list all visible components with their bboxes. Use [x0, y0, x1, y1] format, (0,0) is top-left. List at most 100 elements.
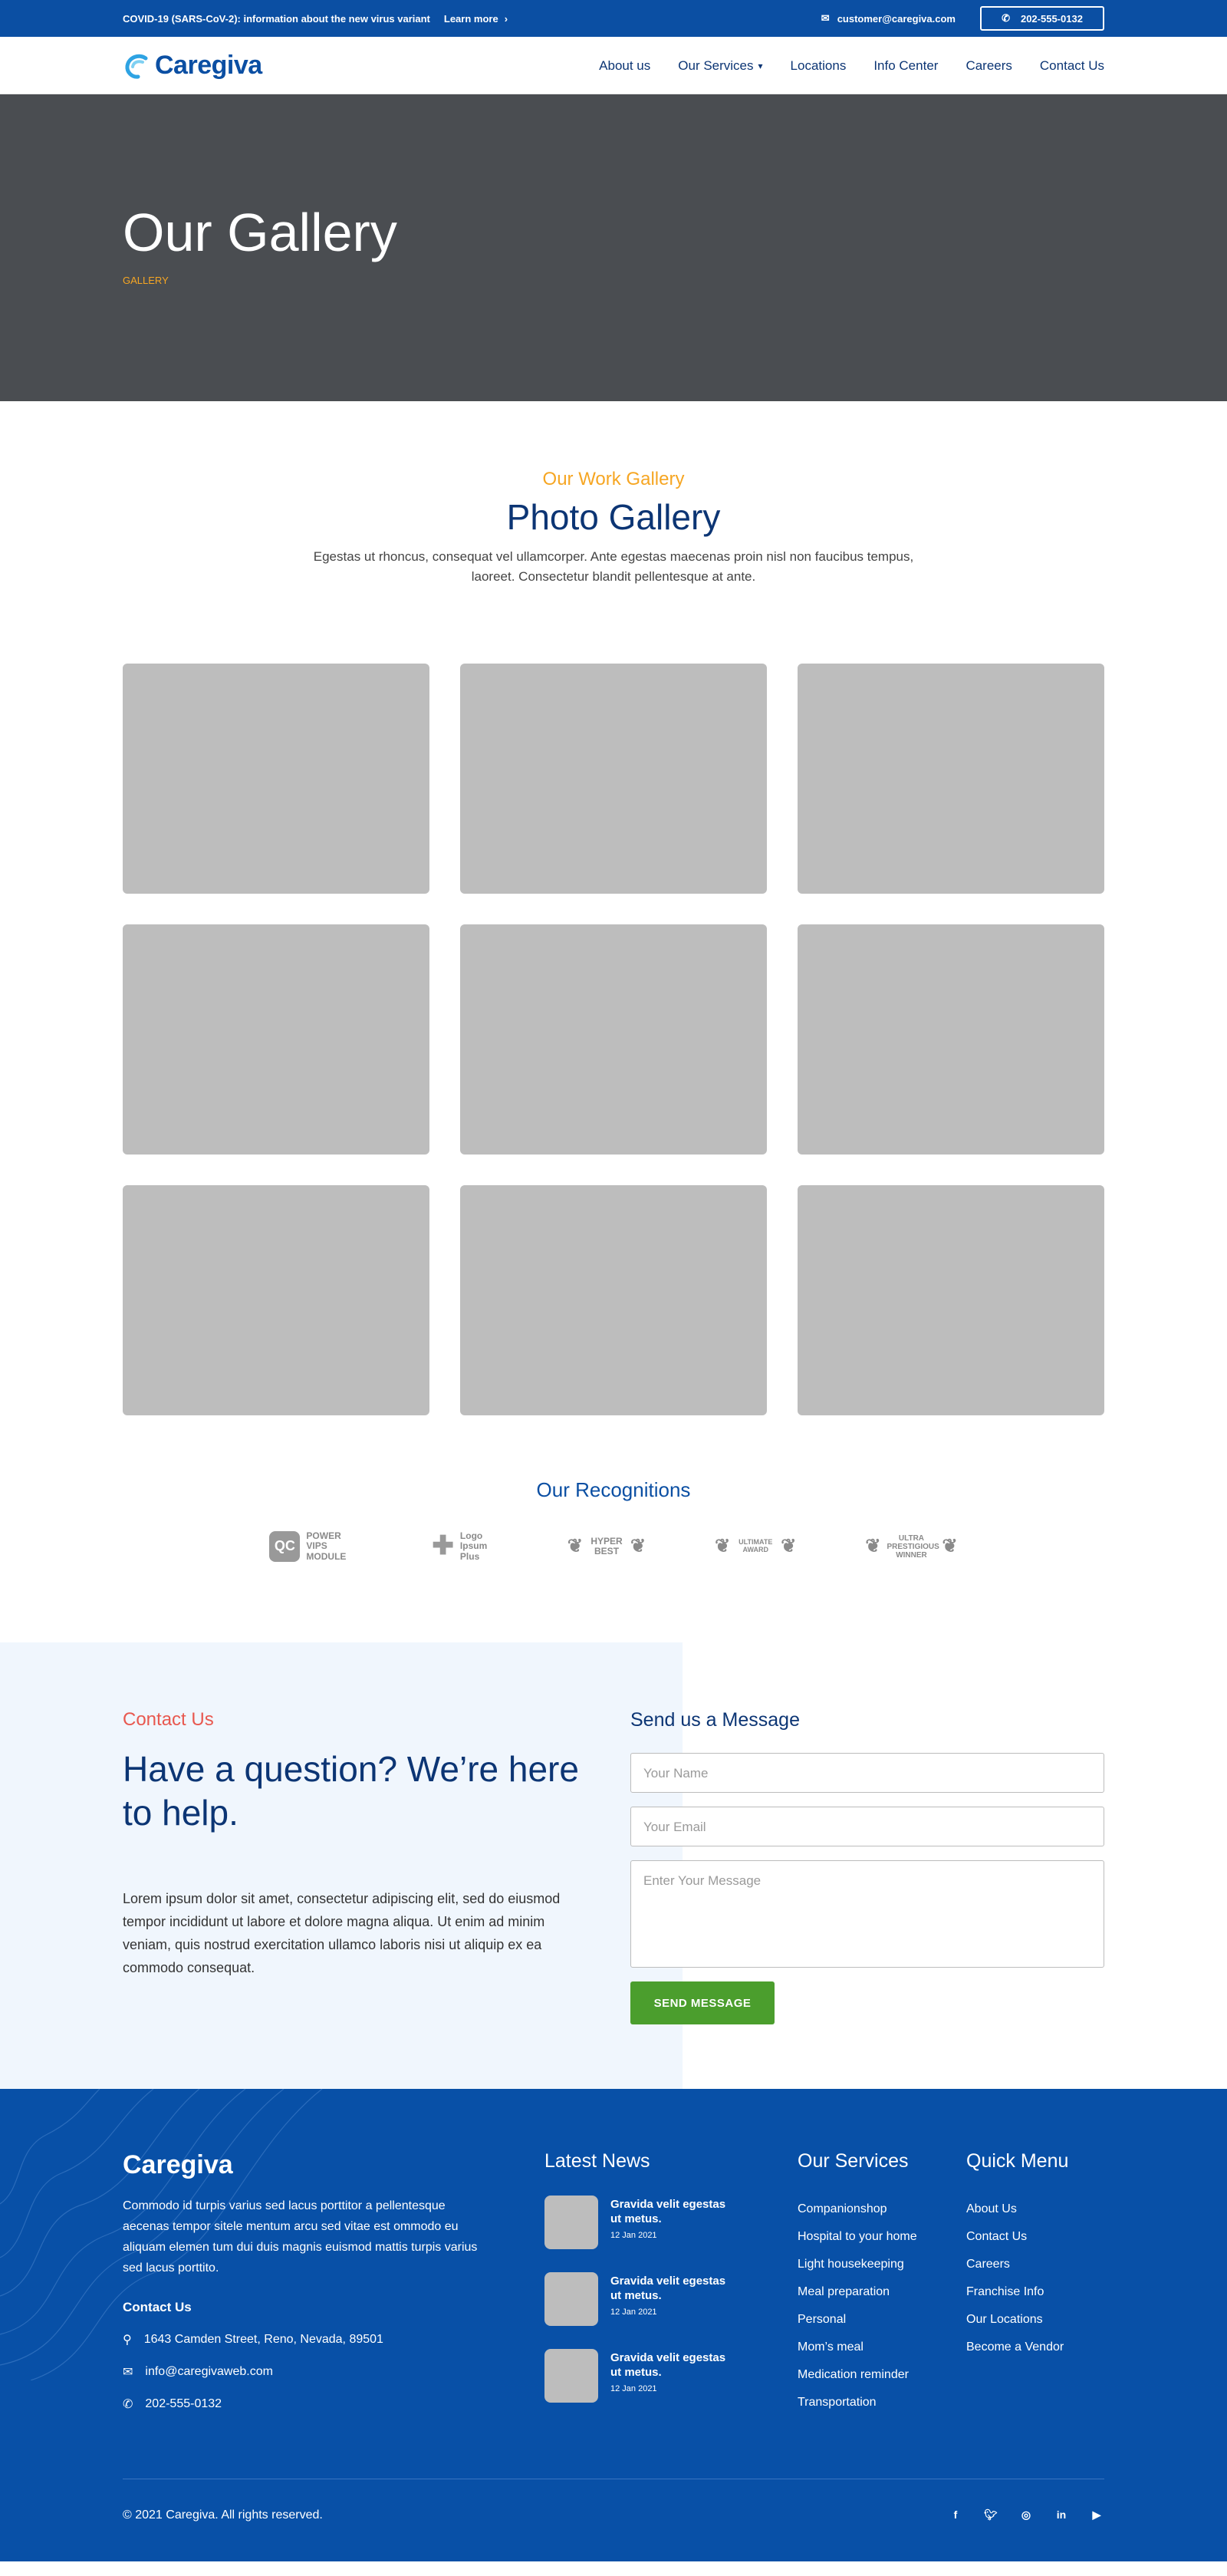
nav-our-services[interactable]: Our Services ▾ — [678, 58, 762, 74]
services-title: Our Services — [798, 2150, 909, 2172]
news-item-date: 12 Jan 2021 — [610, 2231, 657, 2240]
nav-contact-us[interactable]: Contact Us — [1040, 58, 1104, 74]
top-email-text: customer@caregiva.com — [837, 12, 956, 25]
gallery-grid — [123, 664, 1104, 1415]
footer-phone-text: 202-555-0132 — [145, 2397, 222, 2410]
footer-address: ⚲ 1643 Camden Street, Reno, Nevada, 89501 — [123, 2332, 544, 2347]
gallery-image[interactable] — [123, 1185, 429, 1415]
breadcrumb[interactable]: GALLERY — [123, 275, 1104, 286]
send-message-button[interactable]: SEND MESSAGE — [630, 1981, 775, 2024]
news-item[interactable]: Gravida velit egestas ut metus. 12 Jan 20… — [544, 2272, 798, 2326]
gallery-image[interactable] — [123, 664, 429, 894]
news-item-title: Gravida velit egestas ut metus. — [610, 2198, 726, 2225]
phone-icon: ✆ — [123, 2398, 133, 2411]
laurel-icon: ❦ — [781, 1535, 797, 1556]
recognition-badge: ❦ HYPER BEST ❦ — [567, 1535, 646, 1556]
recognition-badge: ❦ ULTRA PRESTIGIOUS WINNER ❦ — [865, 1534, 957, 1560]
service-link[interactable]: Medication reminder — [798, 2361, 966, 2389]
service-link[interactable]: Companionshop — [798, 2196, 966, 2223]
news-item-date: 12 Jan 2021 — [610, 2384, 657, 2393]
nav-info-center[interactable]: Info Center — [873, 58, 938, 74]
contact-section: Contact Us Have a question? We’re here t… — [0, 1642, 1227, 2089]
name-input[interactable]: Your Name — [630, 1753, 1104, 1793]
gallery-image[interactable] — [460, 924, 767, 1155]
service-link[interactable]: Meal preparation — [798, 2278, 966, 2306]
envelope-icon: ✉ — [123, 2366, 133, 2379]
nav-careers[interactable]: Careers — [965, 58, 1012, 74]
news-item-date: 12 Jan 2021 — [610, 2308, 657, 2317]
news-item[interactable]: Gravida velit egestas ut metus. 12 Jan 20… — [544, 2349, 798, 2403]
gallery-section: Our Work Gallery Photo Gallery Egestas u… — [123, 401, 1104, 1562]
footer-phone[interactable]: ✆ 202-555-0132 — [123, 2396, 544, 2412]
quick-link[interactable]: Become a Vendor — [966, 2334, 1104, 2361]
quick-link[interactable]: About Us — [966, 2196, 1104, 2223]
badge-label: HYPER BEST — [590, 1535, 623, 1556]
service-link[interactable]: Transportation — [798, 2389, 966, 2416]
top-bar: COVID-19 (SARS-CoV-2): information about… — [0, 0, 1227, 37]
qc-logo-icon: QC — [269, 1531, 301, 1562]
message-textarea[interactable]: Enter Your Message — [630, 1860, 1104, 1968]
news-thumbnail — [544, 2196, 598, 2249]
logo-text: Caregiva — [155, 51, 262, 80]
chevron-right-icon: › — [504, 12, 508, 25]
service-link[interactable]: Hospital to your home — [798, 2223, 966, 2251]
top-phone-button[interactable]: ✆ 202-555-0132 — [980, 6, 1104, 31]
chevron-down-icon: ▾ — [758, 60, 763, 71]
news-thumbnail — [544, 2349, 598, 2403]
news-item[interactable]: Gravida velit egestas ut metus. 12 Jan 20… — [544, 2196, 798, 2249]
gallery-image[interactable] — [460, 664, 767, 894]
recognition-badge: QC POWER VIPS MODULE — [269, 1531, 363, 1562]
contact-body: Lorem ipsum dolor sit amet, consectetur … — [123, 1891, 561, 1975]
footer-email[interactable]: ✉ info@caregivaweb.com — [123, 2364, 544, 2380]
copyright: © 2021 Caregiva. All rights reserved. — [123, 2508, 323, 2522]
service-link[interactable]: Personal — [798, 2306, 966, 2334]
nav-locations[interactable]: Locations — [791, 58, 847, 74]
laurel-icon: ❦ — [630, 1535, 646, 1556]
gallery-image[interactable] — [798, 924, 1104, 1155]
learn-more-link[interactable]: Learn more › — [444, 13, 508, 25]
facebook-icon[interactable]: f — [948, 2508, 963, 2522]
badge-label: ULTIMATE AWARD — [739, 1538, 773, 1553]
email-input[interactable]: Your Email — [630, 1807, 1104, 1846]
page-title: Our Gallery — [123, 203, 397, 262]
badge-label: POWER VIPS MODULE — [306, 1530, 347, 1562]
quick-link[interactable]: Our Locations — [966, 2306, 1104, 2334]
gallery-image[interactable] — [798, 1185, 1104, 1415]
instagram-icon[interactable]: ◎ — [1018, 2508, 1034, 2522]
gallery-title: Photo Gallery — [506, 497, 721, 537]
footer-logo[interactable]: Caregiva — [123, 2150, 544, 2180]
youtube-icon[interactable]: ▶ — [1089, 2508, 1104, 2522]
envelope-icon: ✉ — [821, 12, 830, 24]
badge-label: ULTRA PRESTIGIOUS WINNER — [887, 1533, 939, 1560]
plus-logo-icon: ✚ — [432, 1531, 454, 1561]
top-email-link[interactable]: ✉ customer@caregiva.com — [821, 12, 956, 25]
gallery-description: Egestas ut rhoncus, consequat vel ullamc… — [313, 549, 914, 584]
nav-about-us[interactable]: About us — [599, 58, 650, 74]
service-link[interactable]: Mom’s meal — [798, 2334, 966, 2361]
laurel-icon: ❦ — [942, 1535, 958, 1556]
form-title: Send us a Message — [630, 1709, 800, 1731]
linkedin-icon[interactable]: in — [1054, 2508, 1069, 2522]
news-thumbnail — [544, 2272, 598, 2326]
news-title: Latest News — [544, 2150, 650, 2172]
twitter-icon[interactable]: 🐦︎ — [983, 2508, 998, 2522]
quick-link[interactable]: Contact Us — [966, 2223, 1104, 2251]
covid-notice: COVID-19 (SARS-CoV-2): information about… — [123, 12, 430, 25]
news-item-title: Gravida velit egestas ut metus. — [610, 2275, 726, 2302]
gallery-image[interactable] — [123, 924, 429, 1155]
badge-label: Logo Ipsum Plus — [459, 1530, 488, 1562]
service-link[interactable]: Light housekeeping — [798, 2251, 966, 2278]
gallery-image[interactable] — [798, 664, 1104, 894]
gallery-image[interactable] — [460, 1185, 767, 1415]
map-pin-icon: ⚲ — [123, 2334, 132, 2347]
quick-link[interactable]: Franchise Info — [966, 2278, 1104, 2306]
footer-email-text: info@caregivaweb.com — [145, 2365, 273, 2378]
phone-icon: ✆ — [1002, 12, 1010, 24]
quick-link[interactable]: Careers — [966, 2251, 1104, 2278]
main-nav: Caregiva About us Our Services ▾ Location… — [0, 37, 1227, 94]
site-logo[interactable]: Caregiva — [123, 51, 262, 81]
recognition-badge: ❦ ULTIMATE AWARD ❦ — [715, 1535, 797, 1556]
logo-mark-icon — [125, 54, 148, 79]
news-item-title: Gravida velit egestas ut metus. — [610, 2351, 726, 2379]
laurel-icon: ❦ — [715, 1535, 731, 1556]
